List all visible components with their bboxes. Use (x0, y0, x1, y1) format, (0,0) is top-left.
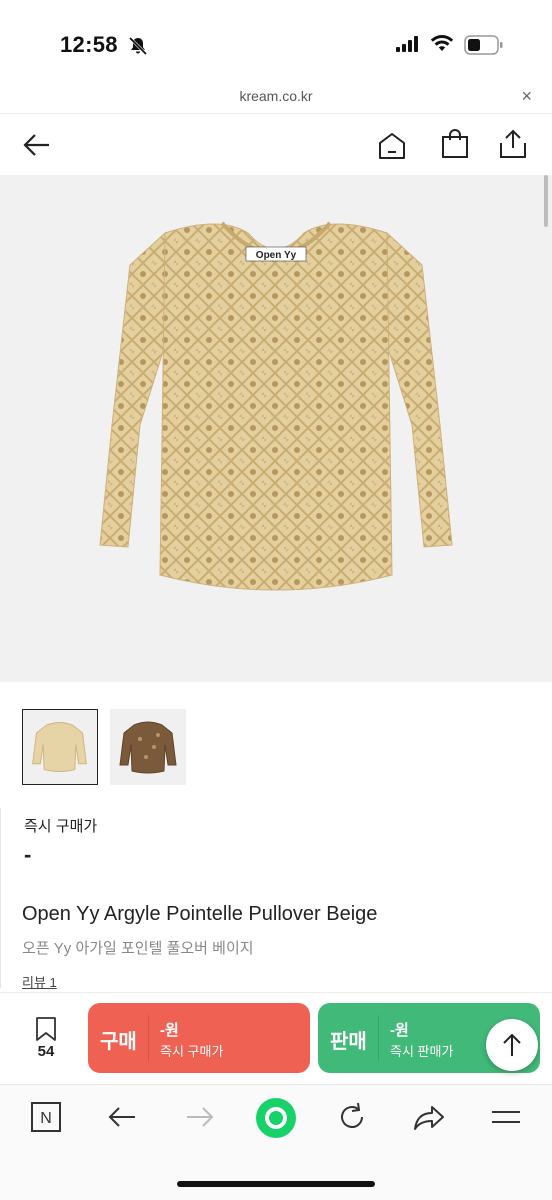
forward-share-icon[interactable] (412, 1101, 446, 1133)
scroll-top-button[interactable] (486, 1019, 538, 1071)
clock: 12:58 (60, 32, 118, 57)
silent-bell-icon (128, 36, 148, 56)
thumbnail-brown[interactable] (110, 709, 186, 785)
naver-home-button[interactable]: N (30, 1101, 62, 1138)
naver-icon: N (31, 1102, 61, 1132)
forward-icon[interactable] (184, 1101, 216, 1133)
battery-icon (464, 35, 503, 55)
sweater-image: Open Yy (99, 221, 453, 591)
close-icon[interactable]: × (521, 86, 532, 107)
divider (148, 1015, 149, 1061)
wifi-icon (430, 35, 454, 51)
buy-button[interactable]: 구매 -원 즉시 구매가 (88, 1003, 310, 1073)
product-title: Open Yy Argyle Pointelle Pullover Beige (22, 903, 378, 925)
url-text: kream.co.kr (239, 88, 313, 104)
thumbnail-image (119, 721, 177, 774)
instant-buy-price-value: - (24, 842, 32, 867)
home-indicator[interactable] (177, 1181, 375, 1187)
green-dot-icon[interactable] (255, 1097, 297, 1139)
shopping-bag-icon[interactable] (440, 128, 470, 160)
address-bar[interactable]: kream.co.kr × (0, 86, 552, 112)
bookmark-icon[interactable] (34, 1016, 58, 1042)
buy-button-label: 구매 (100, 1031, 137, 1053)
bookmark-count: 54 (37, 1043, 55, 1060)
thumbnail-beige[interactable] (22, 709, 98, 785)
scrollbar[interactable] (544, 175, 548, 227)
sell-price-label: 즉시 판매가 (390, 1044, 454, 1059)
status-bar: 12:58 (0, 0, 552, 86)
thumbnail-image (32, 722, 87, 772)
share-icon[interactable] (498, 128, 528, 160)
product-subtitle: 오픈 Yy 아가일 포인텔 풀오버 베이지 (22, 940, 254, 957)
cellular-signal-icon (396, 36, 418, 52)
back-icon[interactable] (106, 1101, 138, 1133)
buy-price: -원 (160, 1022, 179, 1039)
home-icon[interactable] (376, 130, 408, 162)
review-link[interactable]: 리뷰 1 (22, 972, 57, 991)
product-image[interactable]: Open Yy (0, 175, 552, 682)
menu-icon[interactable] (490, 1101, 522, 1133)
svg-text:N: N (40, 1110, 52, 1127)
brand-label: Open Yy (256, 250, 297, 261)
arrow-left-icon[interactable] (22, 130, 52, 160)
buy-price-label: 즉시 구매가 (160, 1044, 224, 1059)
sell-price: -원 (390, 1022, 409, 1039)
divider (378, 1015, 379, 1061)
arrow-up-icon (503, 1033, 521, 1056)
instant-buy-price-label: 즉시 구매가 (24, 818, 98, 835)
page-header (0, 113, 552, 175)
sell-button-label: 판매 (330, 1031, 367, 1053)
divider (0, 808, 1, 988)
refresh-icon[interactable] (336, 1101, 368, 1133)
